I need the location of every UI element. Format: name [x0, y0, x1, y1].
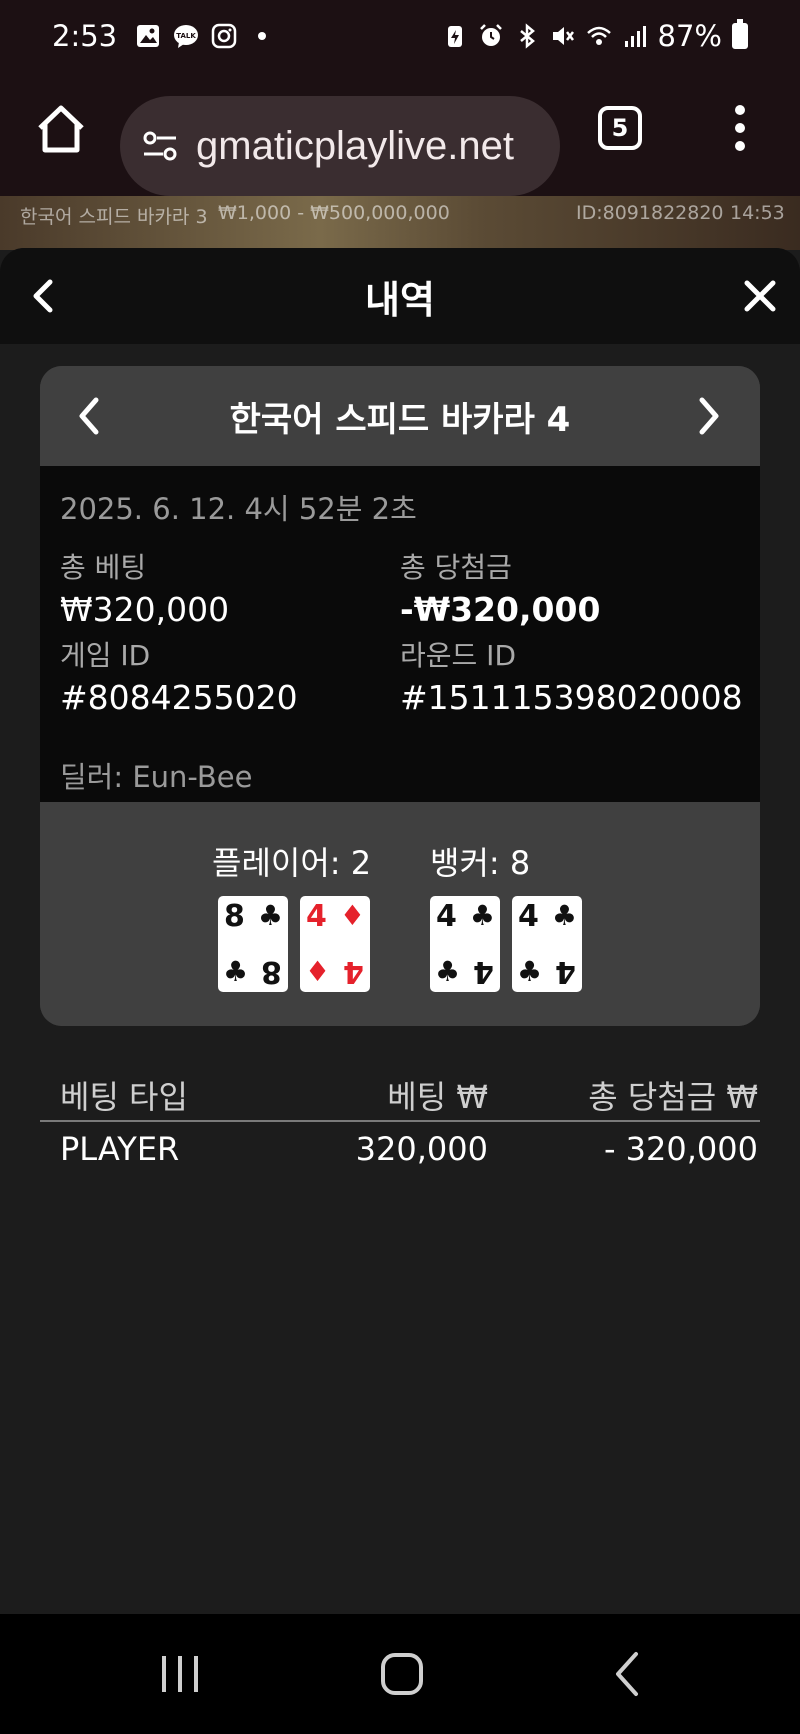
instagram-icon — [211, 23, 237, 49]
browser-toolbar: gmaticplaylive.net 5 — [0, 72, 800, 196]
battery-saver-icon — [447, 26, 462, 47]
header-total-win: 총 당첨금 ₩ — [588, 1078, 758, 1116]
status-bar: 2:53 TALK 87% — [0, 0, 800, 72]
next-round-icon[interactable] — [694, 396, 724, 436]
table-row: PLAYER 320,000 - 320,000 — [40, 1122, 760, 1178]
history-panel: 내역 한국어 스피드 바카라 4 2025. 6. 12. 4시 52분 2초 … — [0, 248, 800, 1614]
round-detail-card: 한국어 스피드 바카라 4 2025. 6. 12. 4시 52분 2초 총 베… — [40, 366, 760, 1026]
banker-score-label: 뱅커: 8 — [430, 844, 531, 882]
round-id-value: #151115398020008 — [400, 678, 743, 717]
game-background-strip: 한국어 스피드 바카라 3 ₩1,000 - ₩500,000,000 ID:8… — [0, 196, 800, 250]
bluetooth-icon — [519, 23, 535, 49]
battery-icon — [732, 19, 748, 49]
round-datetime: 2025. 6. 12. 4시 52분 2초 — [60, 492, 417, 526]
player-card-2: 4 ♦ ♦ 4 — [300, 896, 370, 992]
status-time: 2:53 — [52, 19, 118, 53]
card-rank: 8 — [224, 899, 245, 934]
card-rank: 4 — [518, 899, 539, 934]
back-button-icon[interactable] — [598, 1646, 658, 1702]
round-result: 플레이어: 2 뱅커: 8 8 ♣ ♣ 8 4 ♦ ♦ 4 4 ♣ ♣ 4 4 ♣ ♣ 4 — [40, 802, 760, 1026]
strip-limits: ₩1,000 - ₩500,000,000 — [218, 202, 450, 224]
card-suit-icon: ♣ — [551, 899, 577, 932]
row-bet-amount: 320,000 — [355, 1130, 488, 1168]
card-rank: 4 — [306, 899, 327, 934]
card-rank: 4 — [436, 899, 457, 934]
tab-switcher-button[interactable]: 5 — [598, 106, 642, 150]
battery-percent: 87% — [657, 19, 722, 53]
card-suit-icon: ♦ — [305, 955, 331, 988]
tab-count: 5 — [611, 114, 629, 142]
card-rank: 4 — [555, 954, 576, 989]
card-suit-icon: ♦ — [339, 899, 365, 932]
game-id-label: 게임 ID — [60, 639, 151, 672]
table-title: 한국어 스피드 바카라 4 — [229, 399, 571, 440]
alarm-icon — [479, 24, 502, 46]
gallery-icon — [137, 25, 160, 47]
svg-text:TALK: TALK — [176, 32, 196, 40]
dealer-name: 딜러: Eun-Bee — [60, 760, 253, 794]
card-suit-icon: ♣ — [469, 899, 495, 932]
bet-table-header: 베팅 타입 베팅 ₩ 총 당첨금 ₩ — [40, 1070, 760, 1122]
panel-header: 내역 — [0, 248, 800, 344]
banker-card-1: 4 ♣ ♣ 4 — [430, 896, 500, 992]
total-bet-value: ₩320,000 — [60, 590, 230, 629]
card-rank: 4 — [473, 954, 494, 989]
previous-round-icon[interactable] — [74, 396, 104, 436]
address-bar[interactable]: gmaticplaylive.net — [120, 96, 560, 196]
bet-table: 베팅 타입 베팅 ₩ 총 당첨금 ₩ PLAYER 320,000 - 320,… — [40, 1070, 760, 1178]
strip-time: 14:53 — [730, 202, 785, 224]
row-bet-type: PLAYER — [60, 1130, 180, 1168]
round-id-label: 라운드 ID — [400, 639, 516, 672]
round-navigation: 한국어 스피드 바카라 4 — [40, 366, 760, 466]
kakaotalk-icon: TALK — [174, 25, 199, 48]
card-rank: 8 — [261, 954, 282, 989]
site-settings-icon[interactable] — [140, 126, 180, 166]
banker-card-2: 4 ♣ ♣ 4 — [512, 896, 582, 992]
total-bet-label: 총 베팅 — [60, 551, 147, 584]
notification-dot-icon — [258, 32, 267, 40]
card-rank: 4 — [343, 954, 364, 989]
mute-icon — [552, 27, 574, 45]
home-button-icon[interactable] — [372, 1646, 432, 1702]
round-summary: 2025. 6. 12. 4시 52분 2초 총 베팅 ₩320,000 총 당… — [40, 466, 760, 802]
header-bet-amount: 베팅 ₩ — [387, 1078, 488, 1116]
card-suit-icon: ♣ — [517, 955, 543, 988]
header-bet-type: 베팅 타입 — [60, 1078, 188, 1116]
recent-apps-icon[interactable] — [150, 1646, 210, 1702]
player-score-label: 플레이어: 2 — [212, 844, 372, 882]
more-options-icon[interactable] — [730, 102, 750, 154]
strip-table-name: 한국어 스피드 바카라 3 — [20, 206, 208, 228]
strip-id: ID:8091822820 — [576, 202, 724, 224]
system-navigation-bar — [0, 1614, 800, 1734]
game-id-value: #8084255020 — [60, 678, 298, 717]
panel-title: 내역 — [365, 277, 435, 322]
home-icon[interactable] — [32, 100, 90, 158]
row-total-win: - 320,000 — [603, 1130, 758, 1168]
url-text: gmaticplaylive.net — [196, 123, 514, 168]
signal-icon — [624, 26, 646, 47]
total-win-value: -₩320,000 — [400, 590, 601, 629]
player-card-1: 8 ♣ ♣ 8 — [218, 896, 288, 992]
total-win-label: 총 당첨금 — [400, 551, 512, 584]
card-suit-icon: ♣ — [435, 955, 461, 988]
wifi-icon — [586, 26, 611, 45]
close-icon[interactable] — [742, 278, 778, 314]
card-suit-icon: ♣ — [223, 955, 249, 988]
back-chevron-icon[interactable] — [26, 276, 62, 316]
card-suit-icon: ♣ — [257, 899, 283, 932]
